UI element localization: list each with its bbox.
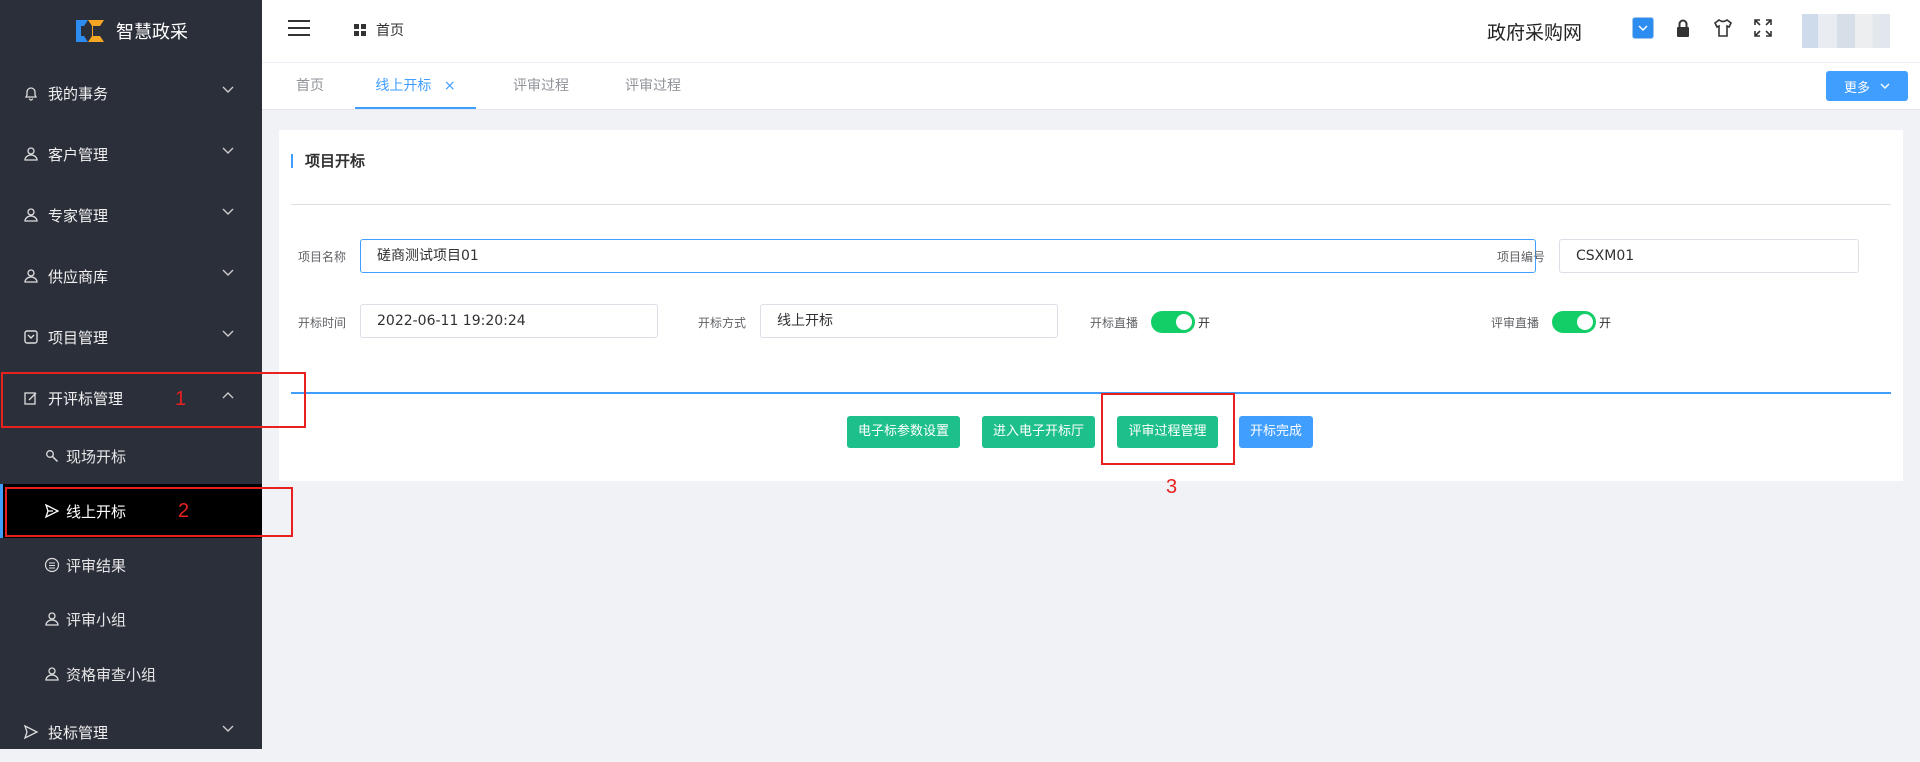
user-icon: [22, 206, 40, 224]
open-method-label: 开标方式: [698, 316, 747, 330]
tab-review-process[interactable]: 评审过程: [496, 63, 586, 109]
annotation-box-3: [1101, 393, 1235, 465]
open-method-field[interactable]: 线上开标: [760, 304, 1058, 338]
sidebar-item-label: 资格审查小组: [66, 665, 157, 684]
menu-label: 项目管理: [48, 328, 109, 347]
project-code-label: 项目编号: [1497, 250, 1546, 264]
user-icon: [44, 666, 60, 682]
list-circle-icon: [44, 557, 60, 573]
tab-online-opening[interactable]: 线上开标 ×: [355, 63, 476, 109]
open-live-label: 开标直播: [1090, 316, 1139, 330]
user-icon: [22, 145, 40, 163]
project-code-field[interactable]: CSXM01: [1559, 239, 1859, 273]
key-icon: [44, 448, 60, 464]
dropdown-toggle-icon[interactable]: [1632, 17, 1654, 39]
tab-label: 评审过程: [625, 78, 681, 94]
sidebar-item-onsite-opening[interactable]: 现场开标: [0, 429, 262, 483]
app-name: 智慧政采: [116, 22, 188, 43]
more-button-label: 更多: [1843, 80, 1870, 96]
tab-bar: 首页 线上开标 × 评审过程 评审过程 更多: [262, 62, 1920, 110]
tab-label: 线上开标: [375, 78, 432, 94]
user-icon: [44, 611, 60, 627]
review-live-label: 评审直播: [1491, 316, 1540, 330]
sidebar-item-review-results[interactable]: 评审结果: [0, 538, 262, 592]
user-icon: [22, 267, 40, 285]
annotation-box-1: [1, 372, 306, 428]
sidebar-item-label: 评审结果: [66, 556, 127, 575]
tab-label: 评审过程: [513, 78, 569, 94]
open-time-field[interactable]: 2022-06-11 19:20:24: [360, 304, 658, 338]
annotation-number-1: 1: [175, 388, 187, 410]
open-live-toggle[interactable]: [1151, 311, 1195, 333]
tab-review-process-2[interactable]: 评审过程: [608, 63, 698, 109]
close-icon[interactable]: ×: [444, 78, 456, 94]
breadcrumb: 首页: [354, 20, 404, 40]
annotation-number-2: 2: [178, 500, 190, 522]
menu-experts[interactable]: 专家管理: [0, 185, 262, 245]
project-opening-panel: 项目开标 项目名称 磋商测试项目01 项目编号 CSXM01 开标时间 2022…: [279, 130, 1903, 481]
divider: [291, 392, 1891, 394]
chevron-down-icon: [1880, 83, 1890, 89]
menu-projects[interactable]: 项目管理: [0, 307, 262, 367]
chevron-down-icon: [222, 725, 234, 732]
send-icon: [22, 723, 40, 741]
sidebar-item-label: 评审小组: [66, 610, 127, 629]
breadcrumb-home[interactable]: 首页: [376, 20, 404, 40]
annotation-number-3: 3: [1166, 476, 1178, 498]
project-name-field[interactable]: 磋商测试项目01: [360, 239, 1536, 273]
chevron-down-icon: [222, 86, 234, 93]
tab-label: 首页: [296, 78, 324, 94]
chevron-down-icon: [222, 330, 234, 337]
param-settings-button[interactable]: 电子标参数设置: [847, 416, 960, 448]
tab-home[interactable]: 首页: [284, 63, 336, 109]
bell-icon: [22, 84, 40, 102]
open-time-label: 开标时间: [298, 316, 347, 330]
hamburger-icon[interactable]: [288, 20, 310, 38]
review-live-state: 开: [1599, 316, 1612, 330]
chevron-down-icon: [222, 147, 234, 154]
menu-label: 我的事务: [48, 84, 109, 103]
project-icon: [22, 328, 40, 346]
sidebar-item-qualification-team[interactable]: 资格审查小组: [0, 647, 262, 701]
logo-icon: [76, 20, 104, 42]
top-header: 首页 政府采购网: [262, 0, 1920, 62]
menu-label: 投标管理: [48, 723, 109, 742]
app-logo[interactable]: 智慧政采: [0, 0, 262, 62]
site-title: 政府采购网: [1487, 22, 1583, 44]
avatar[interactable]: [1802, 14, 1890, 48]
sidebar-item-review-team[interactable]: 评审小组: [0, 592, 262, 646]
lock-icon[interactable]: [1674, 18, 1692, 38]
divider: [291, 204, 1891, 205]
chevron-down-icon: [222, 269, 234, 276]
theme-shirt-icon[interactable]: [1712, 18, 1734, 38]
header-toolbar: [1632, 17, 1772, 39]
menu-label: 专家管理: [48, 206, 109, 225]
project-name-label: 项目名称: [298, 250, 347, 264]
more-button[interactable]: 更多: [1826, 71, 1908, 101]
menu-label: 供应商库: [48, 267, 109, 286]
enter-hall-button[interactable]: 进入电子开标厅: [982, 416, 1095, 448]
page-title: 项目开标: [291, 154, 365, 169]
menu-suppliers[interactable]: 供应商库: [0, 246, 262, 306]
fullscreen-icon[interactable]: [1754, 19, 1772, 37]
finish-opening-button[interactable]: 开标完成: [1239, 416, 1313, 448]
menu-customers[interactable]: 客户管理: [0, 124, 262, 184]
open-live-state: 开: [1198, 316, 1211, 330]
review-live-toggle[interactable]: [1552, 311, 1596, 333]
sidebar-item-label: 现场开标: [66, 447, 127, 466]
annotation-box-2: [5, 487, 293, 537]
menu-label: 客户管理: [48, 145, 109, 164]
chevron-down-icon: [222, 208, 234, 215]
menu-bidding[interactable]: 投标管理: [0, 702, 262, 762]
grid-icon: [354, 24, 366, 36]
menu-my-tasks[interactable]: 我的事务: [0, 63, 262, 123]
